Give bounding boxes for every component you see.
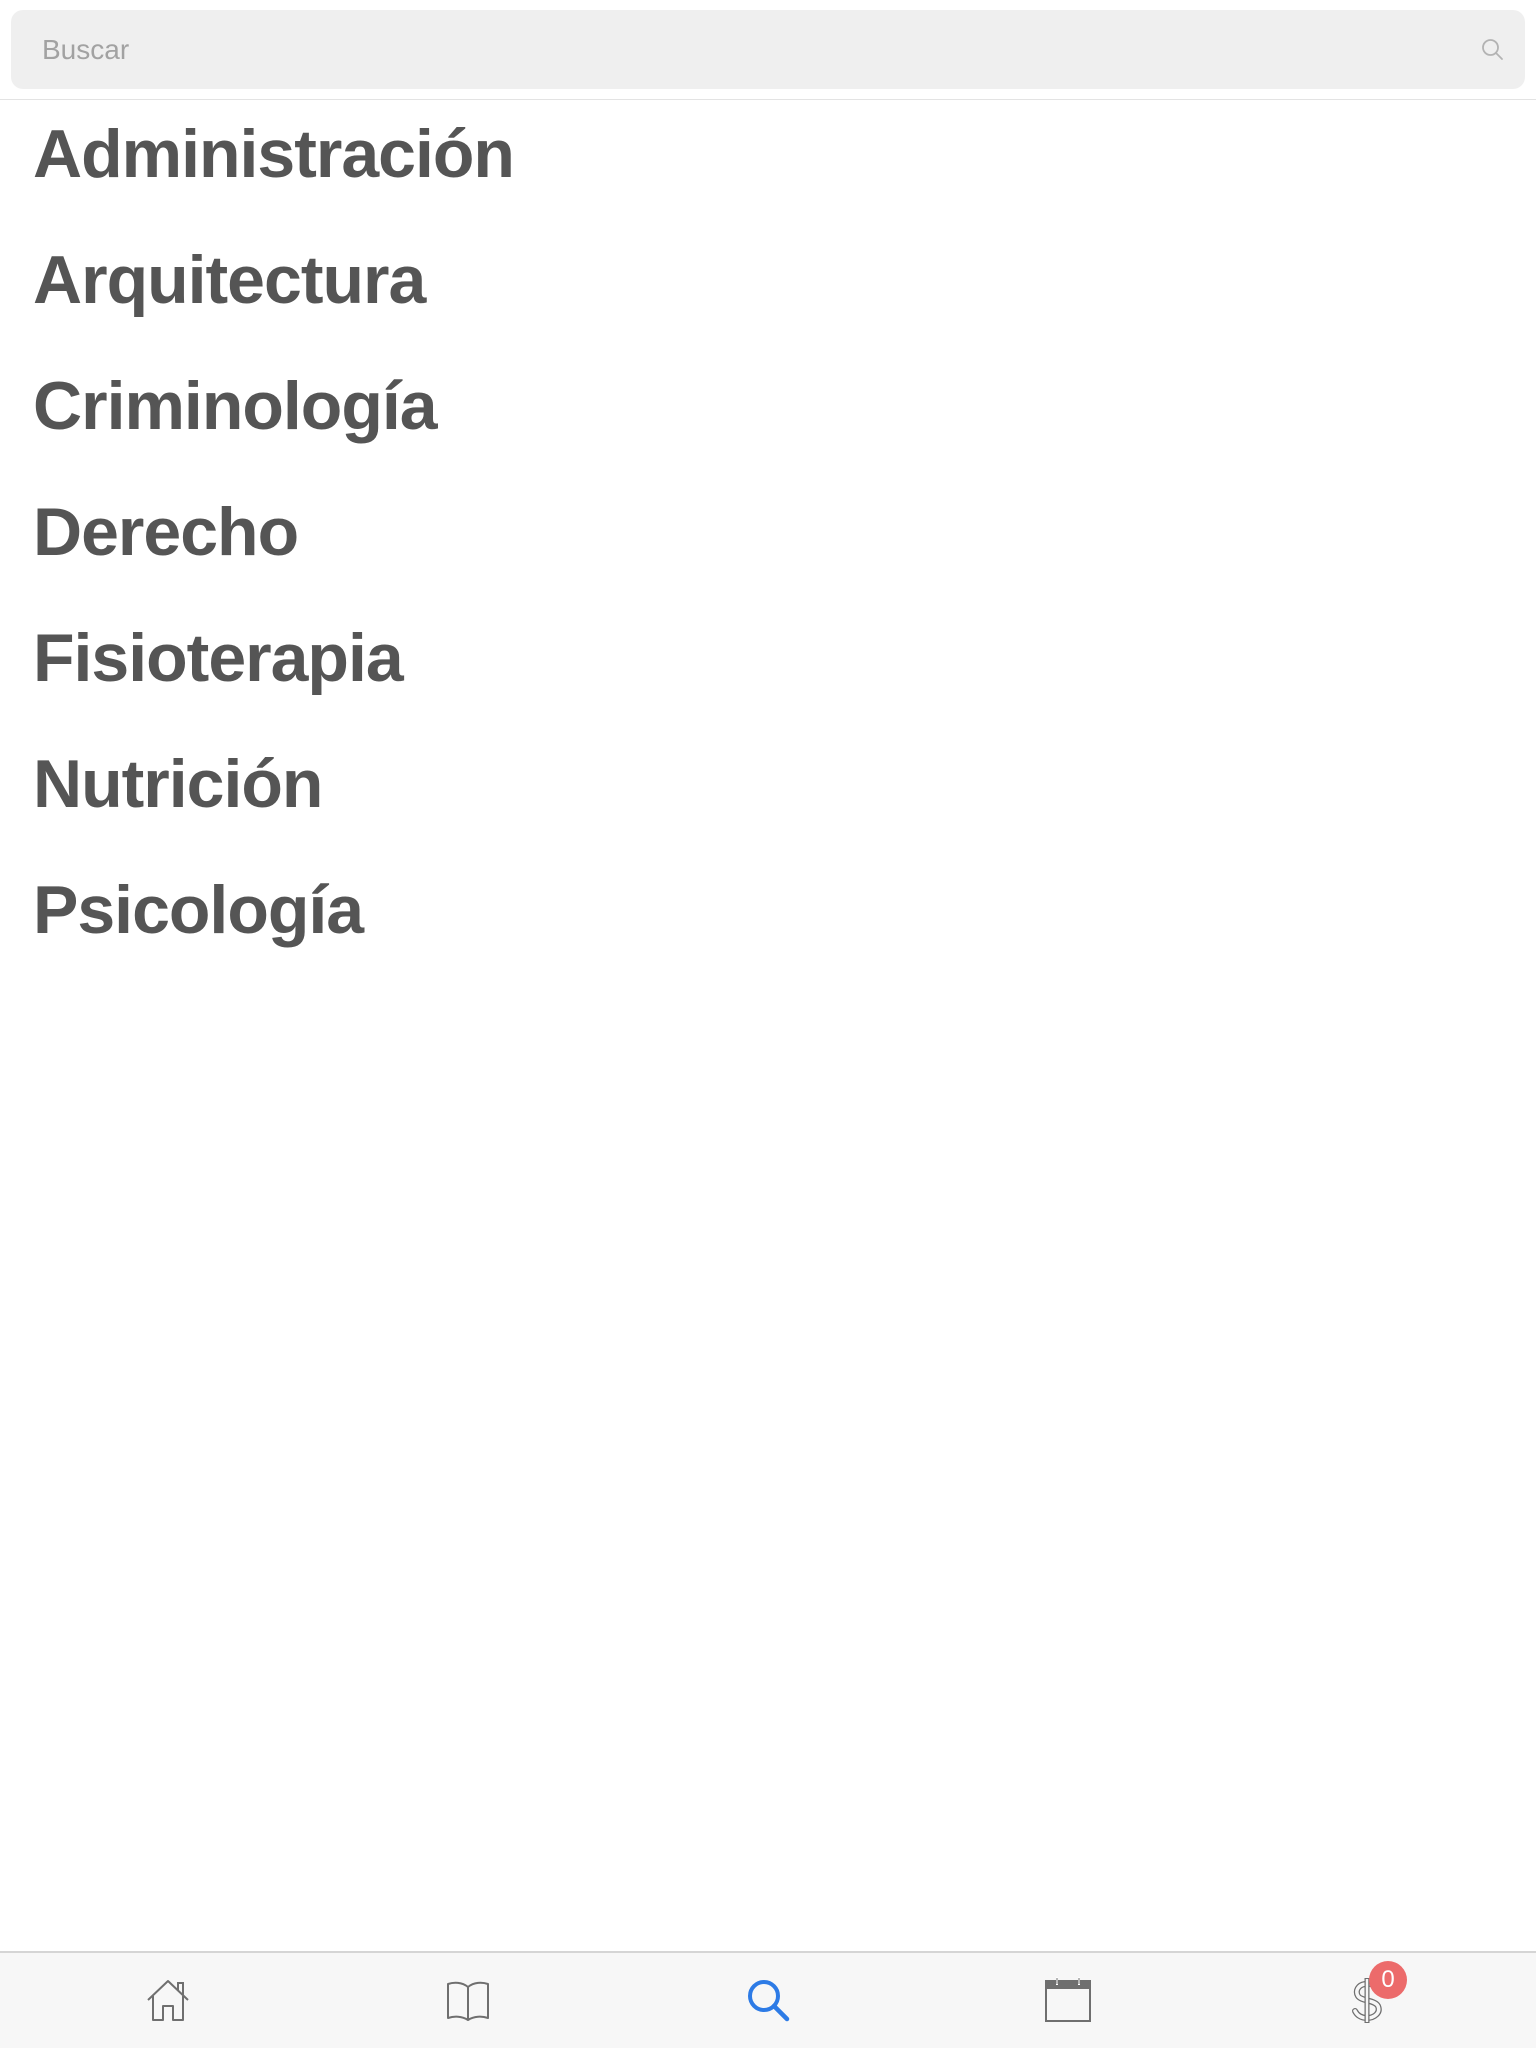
list-item-label: Psicología [33, 872, 364, 948]
book-icon [447, 1981, 489, 2021]
list-item-label: Criminología [33, 368, 438, 444]
notification-badge: 0 [1369, 1961, 1407, 1999]
list-item-psicologia[interactable]: Psicología [0, 856, 1536, 982]
tab-bar: 0 [0, 1951, 1536, 2048]
tab-payments[interactable]: 0 [1308, 1953, 1428, 2048]
list-item-derecho[interactable]: Derecho [0, 478, 1536, 604]
search-input[interactable] [42, 10, 1442, 89]
list-item-label: Fisioterapia [33, 620, 404, 696]
list-item-label: Arquitectura [33, 242, 426, 318]
search-bar[interactable] [11, 10, 1525, 89]
list-item-administracion[interactable]: Administración [0, 100, 1536, 226]
tab-calendar[interactable] [1008, 1953, 1128, 2048]
list-item-label: Administración [33, 116, 515, 192]
search-header [0, 0, 1536, 100]
calendar-icon [1045, 1977, 1091, 2022]
tab-search[interactable] [708, 1953, 828, 2048]
list-item-label: Nutrición [33, 746, 323, 822]
list-item-label: Derecho [33, 494, 299, 570]
list-item-arquitectura[interactable]: Arquitectura [0, 226, 1536, 352]
tab-library[interactable] [408, 1953, 528, 2048]
tab-home[interactable] [108, 1953, 228, 2048]
search-icon [748, 1980, 790, 2022]
list-item-fisioterapia[interactable]: Fisioterapia [0, 604, 1536, 730]
list-item-nutricion[interactable]: Nutrición [0, 730, 1536, 856]
list-item-criminologia[interactable]: Criminología [0, 352, 1536, 478]
search-icon[interactable] [1479, 36, 1507, 64]
category-list: Administración Arquitectura Criminología… [0, 100, 1536, 982]
search-screen: Administración Arquitectura Criminología… [0, 0, 1536, 2048]
home-icon [147, 1980, 189, 2021]
